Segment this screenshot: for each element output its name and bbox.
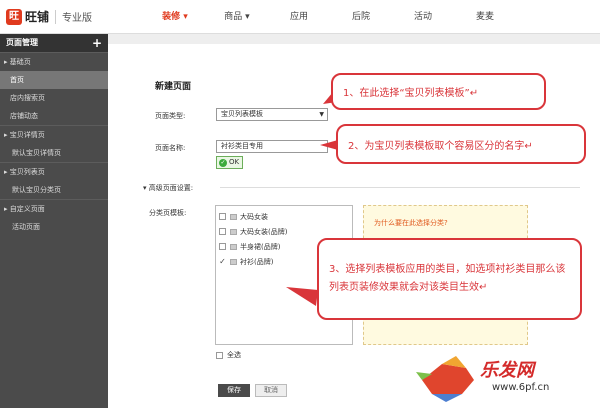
bull-logo-icon: [416, 356, 474, 402]
callout-2: 2、为宝贝列表模板取个容易区分的名字↵: [336, 124, 586, 164]
callout-1-text: 1、在此选择“宝贝列表模板”↵: [343, 88, 479, 99]
callout-1: 1、在此选择“宝贝列表模板”↵: [331, 73, 546, 110]
callout-arrows: [286, 92, 338, 306]
callout-3-pointer: [286, 287, 318, 306]
watermark-title: 乐发网: [480, 360, 534, 381]
callout-2-text: 2、为宝贝列表模板取个容易区分的名字↵: [348, 140, 533, 152]
callout-3: 3、选择列表模板应用的类目，如选项衬衫类目那么该列表页装修效果就会对该类目生效↵: [317, 238, 582, 320]
callout-3-text: 3、选择列表模板应用的类目，如选项衬衫类目那么该列表页装修效果就会对该类目生效↵: [329, 264, 566, 293]
watermark: 乐发网 www.6pf.cn: [412, 350, 600, 408]
watermark-url: www.6pf.cn: [492, 382, 550, 393]
